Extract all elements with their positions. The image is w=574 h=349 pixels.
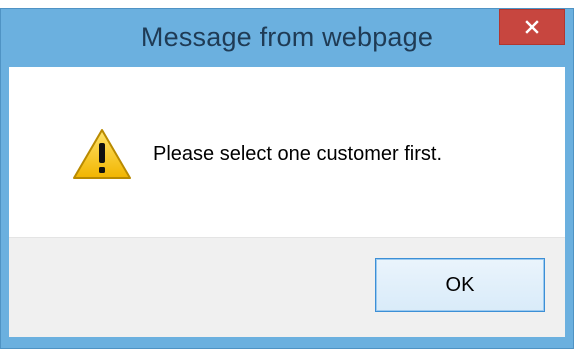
top-background-strip bbox=[0, 0, 574, 8]
dialog-content: Please select one customer first. OK bbox=[9, 67, 565, 337]
warning-icon bbox=[73, 129, 131, 179]
dialog-title: Message from webpage bbox=[140, 22, 434, 52]
dialog-titlebar[interactable]: Message from webpage bbox=[1, 9, 573, 67]
close-button[interactable] bbox=[499, 9, 565, 45]
dialog-message: Please select one customer first. bbox=[153, 143, 443, 165]
message-area: Please select one customer first. bbox=[9, 67, 565, 237]
ok-button[interactable]: OK bbox=[375, 258, 545, 312]
close-icon bbox=[525, 20, 539, 34]
message-dialog: Message from webpage Please select one c… bbox=[0, 8, 574, 349]
dialog-footer: OK bbox=[9, 237, 565, 337]
